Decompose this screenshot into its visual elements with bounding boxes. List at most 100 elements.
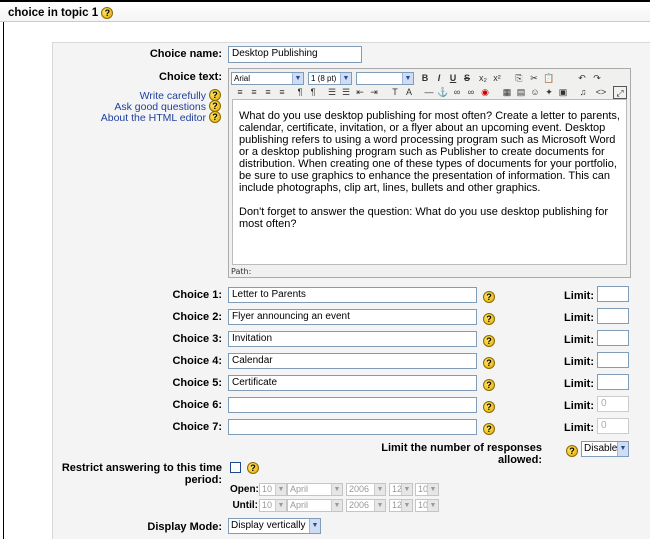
chevron-down-icon: ▼ [401,500,412,511]
superscript-button[interactable]: x² [490,72,504,85]
choice-3-limit-input[interactable] [597,330,629,346]
page-title: choice in topic 1 [8,7,99,20]
page-title-bar: choice in topic 1 ? [0,0,650,22]
copy-icon[interactable]: ⎘ [512,72,526,85]
style-select[interactable]: ▼ [356,72,414,85]
open-month-select[interactable]: April ▼ [287,483,343,496]
open-minute-select[interactable]: 10 ▼ [415,483,439,496]
nolink-icon[interactable]: ◉ [478,86,492,99]
align-justify-icon[interactable]: ≡ [275,86,289,99]
until-year-select[interactable]: 2006 ▼ [346,499,386,512]
special-char-icon[interactable]: ✦ [542,86,556,99]
help-icon[interactable]: ? [247,462,259,474]
until-minute-select[interactable]: 10 ▼ [415,499,439,512]
help-icon[interactable]: ? [483,291,495,303]
fullscreen-icon[interactable]: ⤢ [613,86,627,99]
display-mode-select[interactable]: Display vertically ▼ [228,518,321,534]
align-right-icon[interactable]: ≡ [261,86,275,99]
help-icon[interactable]: ? [483,313,495,325]
outdent-icon[interactable]: ⇤ [353,86,367,99]
limit-responses-select[interactable]: Disable ▼ [581,441,629,457]
ordered-list-icon[interactable]: ☰ [325,86,339,99]
table-icon[interactable]: ▤ [514,86,528,99]
font-select[interactable]: Arial ▼ [231,72,304,85]
editor-paragraph: Don't forget to answer the question: Wha… [239,206,608,230]
chevron-down-icon: ▼ [374,484,385,495]
choice-3-label: Choice 3: [172,333,222,345]
strike-button[interactable]: S [460,72,474,85]
display-mode-value: Display vertically [231,520,306,531]
choice-4-limit-input[interactable] [597,352,629,368]
help-icon[interactable]: ? [209,111,221,123]
font-select-value: Arial [234,74,251,83]
choice-6-limit-input[interactable]: 0 [597,396,629,412]
chevron-down-icon: ▼ [275,484,286,495]
align-center-icon[interactable]: ≡ [247,86,261,99]
italic-button[interactable]: I [432,72,446,85]
until-hour-select[interactable]: 12 ▼ [389,499,413,512]
choice-4-input[interactable]: Calendar [228,353,477,369]
until-year-value: 2006 [349,500,370,510]
help-link-about-text[interactable]: About the HTML editor [101,112,206,124]
open-day-select[interactable]: 10 ▼ [259,483,287,496]
redo-icon[interactable]: ↷ [590,72,604,85]
until-month-select[interactable]: April ▼ [287,499,343,512]
paste-icon[interactable]: 📋 [542,72,556,85]
chevron-down-icon: ▼ [617,442,628,456]
choice-name-input[interactable]: Desktop Publishing [228,46,362,63]
search-replace-icon[interactable]: ▣ [556,86,570,99]
text-color-icon[interactable]: T [388,86,402,99]
cut-icon[interactable]: ✂ [527,72,541,85]
open-year-value: 2006 [349,484,370,494]
help-icon[interactable]: ? [566,445,578,457]
help-link-about-editor[interactable]: About the HTML editor [80,112,206,124]
choice-5-input[interactable]: Certificate [228,375,477,391]
open-year-select[interactable]: 2006 ▼ [346,483,386,496]
restrict-checkbox[interactable] [230,462,241,473]
choice-7-limit-input[interactable]: 0 [597,418,629,434]
until-day-select[interactable]: 10 ▼ [259,499,287,512]
indent-icon[interactable]: ⇥ [367,86,381,99]
rtl-icon[interactable]: ¶ [306,86,320,99]
choice-2-limit-input[interactable] [597,308,629,324]
horizontal-rule-icon[interactable]: — [422,86,436,99]
unordered-list-icon[interactable]: ☰ [339,86,353,99]
anchor-icon[interactable]: ⚓ [436,86,450,99]
underline-button[interactable]: U [446,72,460,85]
unlink-icon[interactable]: ∞ [464,86,478,99]
image-icon[interactable]: ▦ [500,86,514,99]
choice-5-limit-input[interactable] [597,374,629,390]
bold-button[interactable]: B [418,72,432,85]
editor-path-label: Path: [231,267,252,276]
size-select[interactable]: 1 (8 pt) ▼ [308,72,352,85]
help-icon[interactable]: ? [483,335,495,347]
limit-responses-value: Disable [584,443,618,454]
until-day-value: 10 [262,500,273,510]
choice-7-input[interactable] [228,419,477,435]
html-source-icon[interactable]: <> [594,86,608,99]
choice-2-input[interactable]: Flyer announcing an event [228,309,477,325]
open-hour-select[interactable]: 12 ▼ [389,483,413,496]
ltr-icon[interactable]: ¶ [293,86,307,99]
help-icon[interactable]: ? [101,7,114,19]
choice-name-label: Choice name: [149,48,222,60]
subscript-button[interactable]: x₂ [476,72,490,85]
link-icon[interactable]: ∞ [450,86,464,99]
chevron-down-icon: ▼ [275,500,286,511]
help-icon[interactable]: ? [483,401,495,413]
choice-1-input[interactable]: Letter to Parents [228,287,477,303]
choice-2-label: Choice 2: [172,311,222,323]
spellcheck-icon[interactable]: ♫ [576,86,590,99]
editor-content[interactable]: What do you use desktop publishing for m… [232,99,627,265]
help-icon[interactable]: ? [483,423,495,435]
left-border [3,22,4,539]
help-icon[interactable]: ? [483,379,495,391]
smiley-icon[interactable]: ☺ [528,86,542,99]
align-left-icon[interactable]: ≡ [233,86,247,99]
help-icon[interactable]: ? [483,357,495,369]
undo-icon[interactable]: ↶ [575,72,589,85]
choice-1-limit-input[interactable] [597,286,629,302]
bg-color-icon[interactable]: A [402,86,416,99]
choice-3-input[interactable]: Invitation [228,331,477,347]
choice-6-input[interactable] [228,397,477,413]
